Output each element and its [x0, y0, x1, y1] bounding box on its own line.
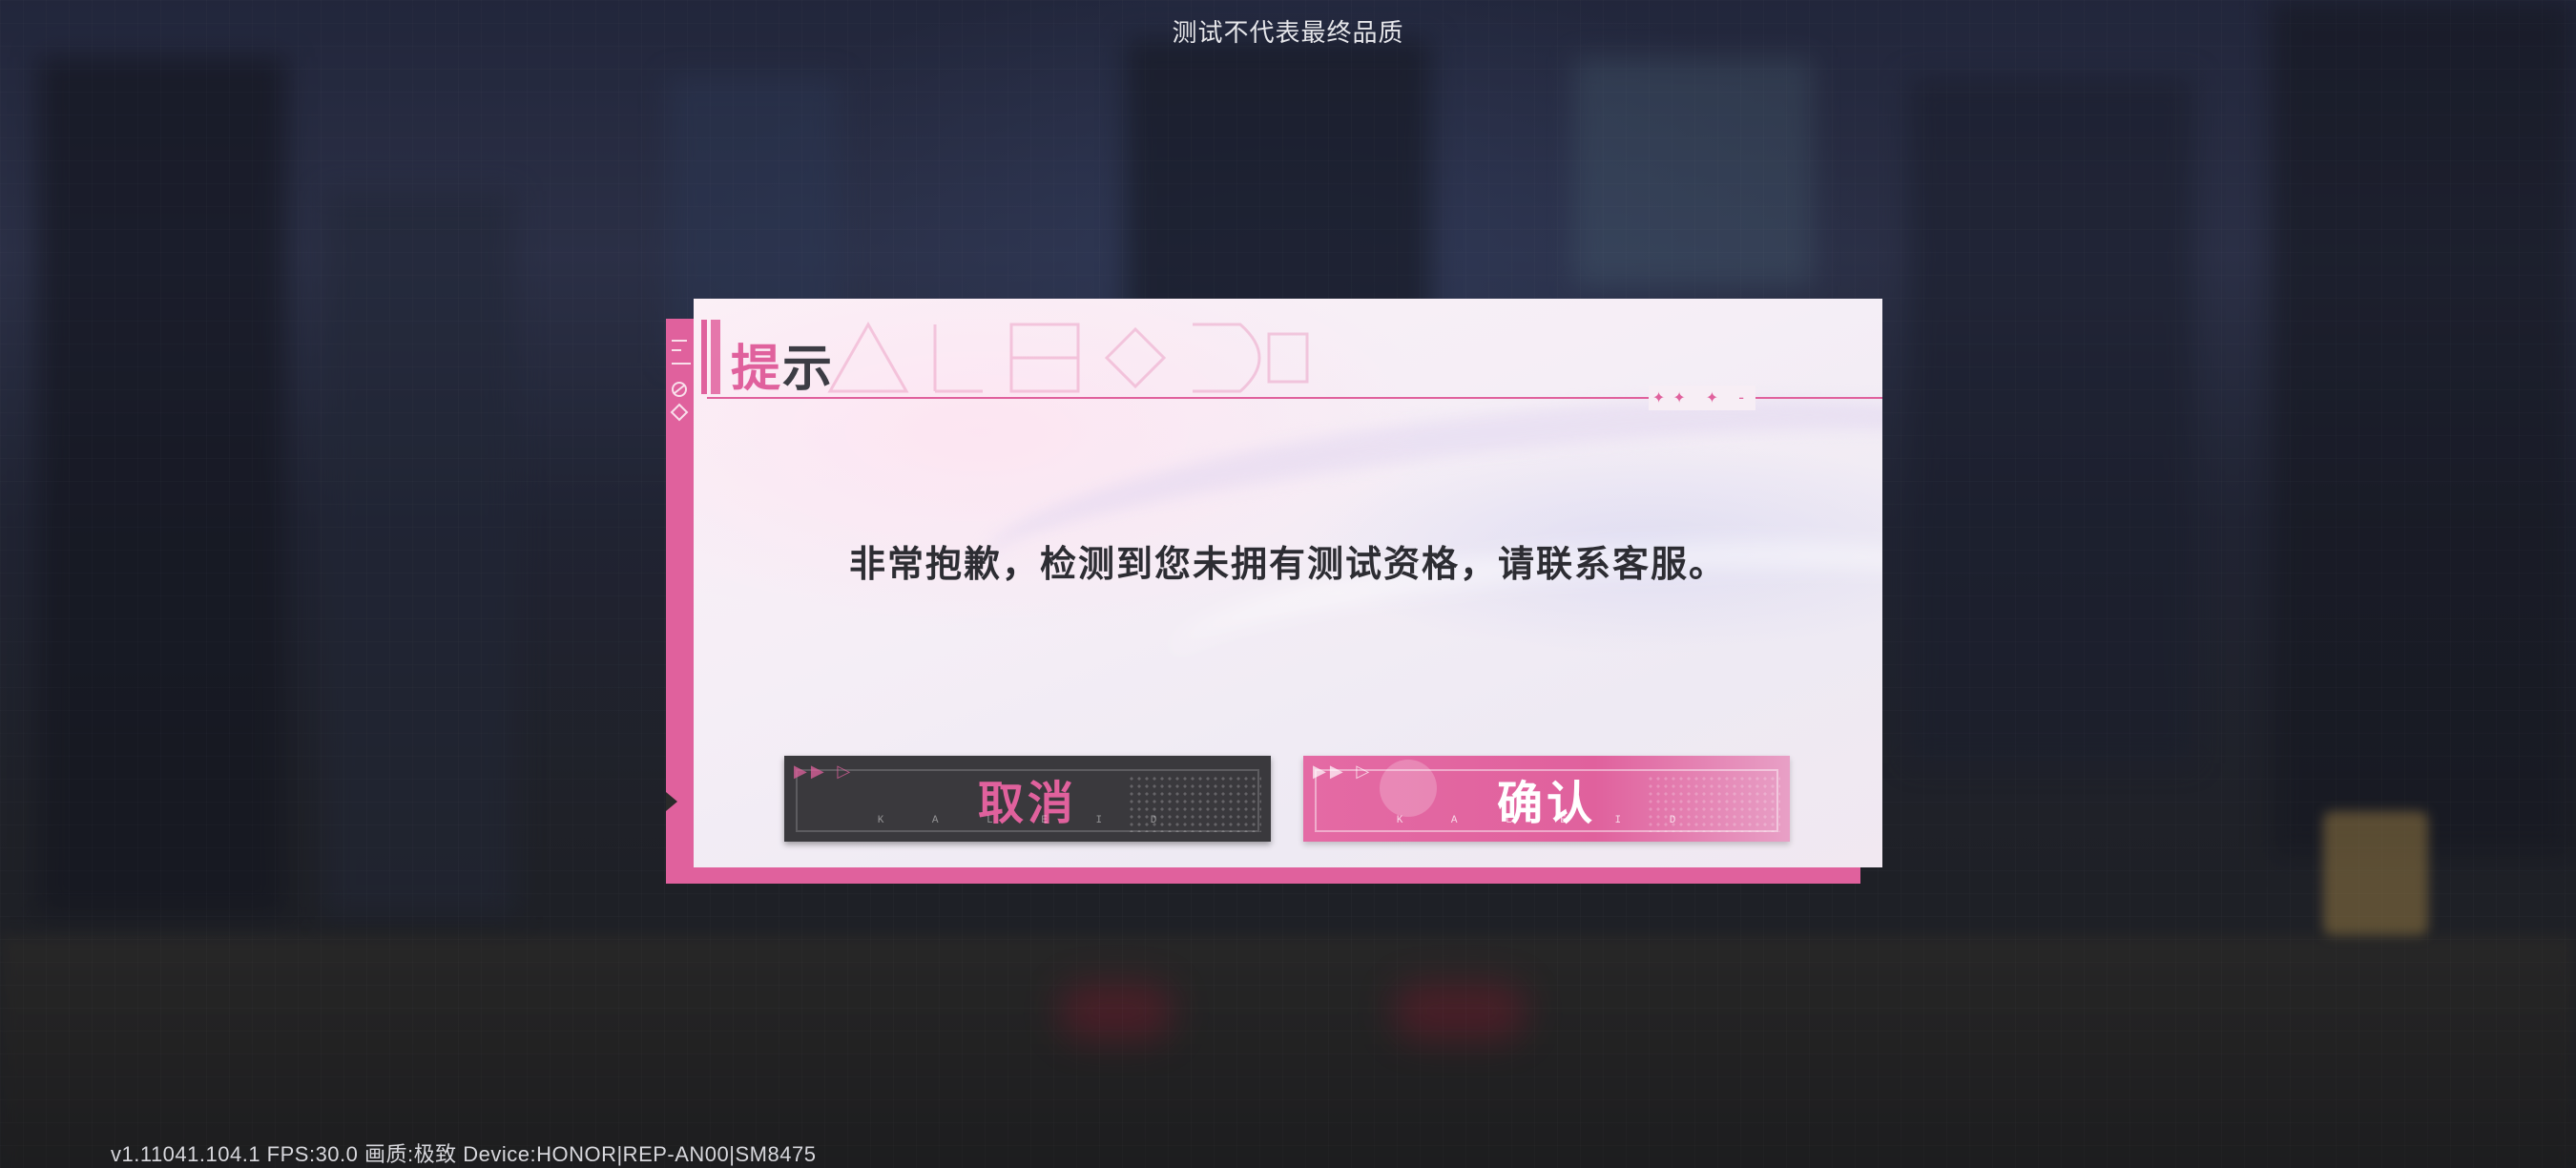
test-build-notice: 测试不代表最终品质 — [1172, 19, 1404, 48]
title-accent-bar — [711, 320, 720, 394]
version-fps-info: v1.11041.104.1 FPS:30.0 画质:极致 Device:HON… — [111, 1142, 817, 1166]
dialog-message: 非常抱歉，检测到您未拥有测试资格，请联系客服。 — [848, 543, 1727, 585]
button-subtext: K A L E I D — [1396, 815, 1697, 826]
dialog-side-strip — [666, 324, 693, 859]
game-scene: 测试不代表最终品质 提示 ✦✦ ✦ - 非常抱歉，检测到您未拥有测试资格，请联系… — [0, 0, 2576, 1168]
dialog-title: 提示 — [731, 328, 834, 400]
dialog-title-rest: 示 — [782, 340, 835, 398]
title-accent-bar — [701, 320, 707, 394]
title-line-decoration: ✦✦ ✦ - — [1649, 386, 1755, 410]
dialog-title-first-char: 提 — [731, 340, 783, 398]
dialog-pointer — [666, 792, 677, 811]
play-arrows-icon: ▶▶ ▷ — [794, 761, 855, 782]
play-arrows-icon: ▶▶ ▷ — [1313, 761, 1374, 782]
title-logo-watermark — [827, 321, 1309, 393]
side-glyphs-icon — [670, 382, 689, 422]
cancel-button[interactable]: ▶▶ ▷ 取消 K A L E I D — [784, 756, 1271, 842]
button-subtext: K A L E I D — [877, 815, 1178, 826]
confirm-button[interactable]: ▶▶ ▷ 确认 K A L E I D — [1303, 756, 1790, 842]
